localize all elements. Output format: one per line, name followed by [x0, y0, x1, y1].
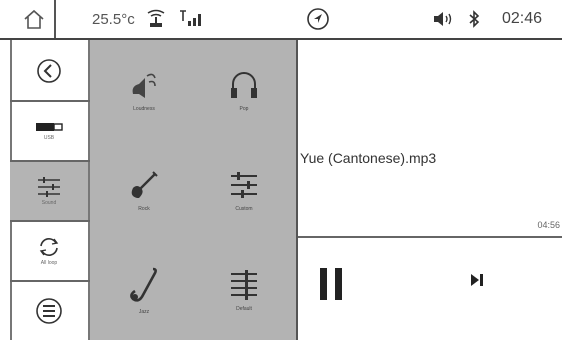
navigation-button[interactable] [300, 0, 336, 38]
preset-label: Custom [235, 206, 253, 212]
preset-label: Loudness [133, 106, 155, 112]
wireless-icon [145, 0, 167, 38]
preset-jazz[interactable]: Jazz [94, 240, 194, 340]
usb-icon [36, 123, 63, 131]
list-icon [36, 298, 62, 324]
sidebar-separator [10, 280, 90, 282]
player-area: Yue (Cantonese).mp3 04:56 [298, 40, 562, 340]
equalizer-bars-icon [231, 270, 257, 300]
sidebar-item-loop[interactable]: All loop [10, 222, 88, 280]
equalizer-icon [38, 177, 60, 197]
sidebar-item-label: USB [43, 135, 55, 141]
headphones-icon [231, 72, 257, 98]
status-bar: 25.5°c 02:46 [0, 0, 562, 40]
sliders-icon [231, 172, 257, 198]
sidebar-item-sound[interactable]: Sound [10, 162, 88, 220]
home-button[interactable] [14, 0, 56, 38]
next-track-button[interactable] [470, 273, 484, 287]
preset-label: Rock [138, 206, 150, 212]
saxophone-icon [130, 267, 157, 302]
guitar-icon [131, 171, 158, 198]
preset-loudness[interactable]: Loudness [94, 40, 194, 140]
preset-custom[interactable]: Custom [194, 140, 294, 240]
back-button[interactable] [10, 44, 88, 98]
pause-button[interactable] [320, 268, 342, 300]
preset-rock[interactable]: Rock [94, 140, 194, 240]
track-name: Yue (Cantonese).mp3 [300, 150, 437, 166]
preset-default[interactable]: Default [194, 240, 294, 340]
navigation-icon [307, 8, 329, 30]
signal-strength-icon [178, 0, 204, 38]
temperature-readout: 25.5°c [92, 10, 135, 28]
pause-icon [320, 268, 327, 300]
sound-preset-panel: Loudness Pop Rock Custom Jazz Default [90, 40, 298, 340]
skip-next-icon [471, 274, 483, 286]
pause-icon [335, 268, 342, 300]
sidebar: USB Sound All loop [0, 40, 90, 340]
preset-label: Pop [239, 106, 249, 112]
preset-pop[interactable]: Pop [194, 40, 294, 140]
track-duration: 04:56 [537, 220, 560, 230]
repeat-icon [39, 238, 59, 256]
sidebar-item-usb[interactable]: USB [10, 102, 88, 160]
clock: 02:46 [502, 10, 543, 27]
player-divider [298, 236, 562, 238]
home-icon [24, 9, 44, 29]
preset-label: Jazz [138, 309, 150, 315]
volume-icon [432, 0, 454, 38]
menu-list-button[interactable] [10, 284, 88, 338]
preset-label: Default [236, 306, 252, 312]
back-arrow-icon [37, 59, 61, 83]
sidebar-item-label: Sound [41, 200, 57, 206]
bluetooth-icon [468, 0, 480, 38]
speaker-icon [132, 73, 156, 98]
sidebar-item-label: All loop [40, 260, 58, 266]
